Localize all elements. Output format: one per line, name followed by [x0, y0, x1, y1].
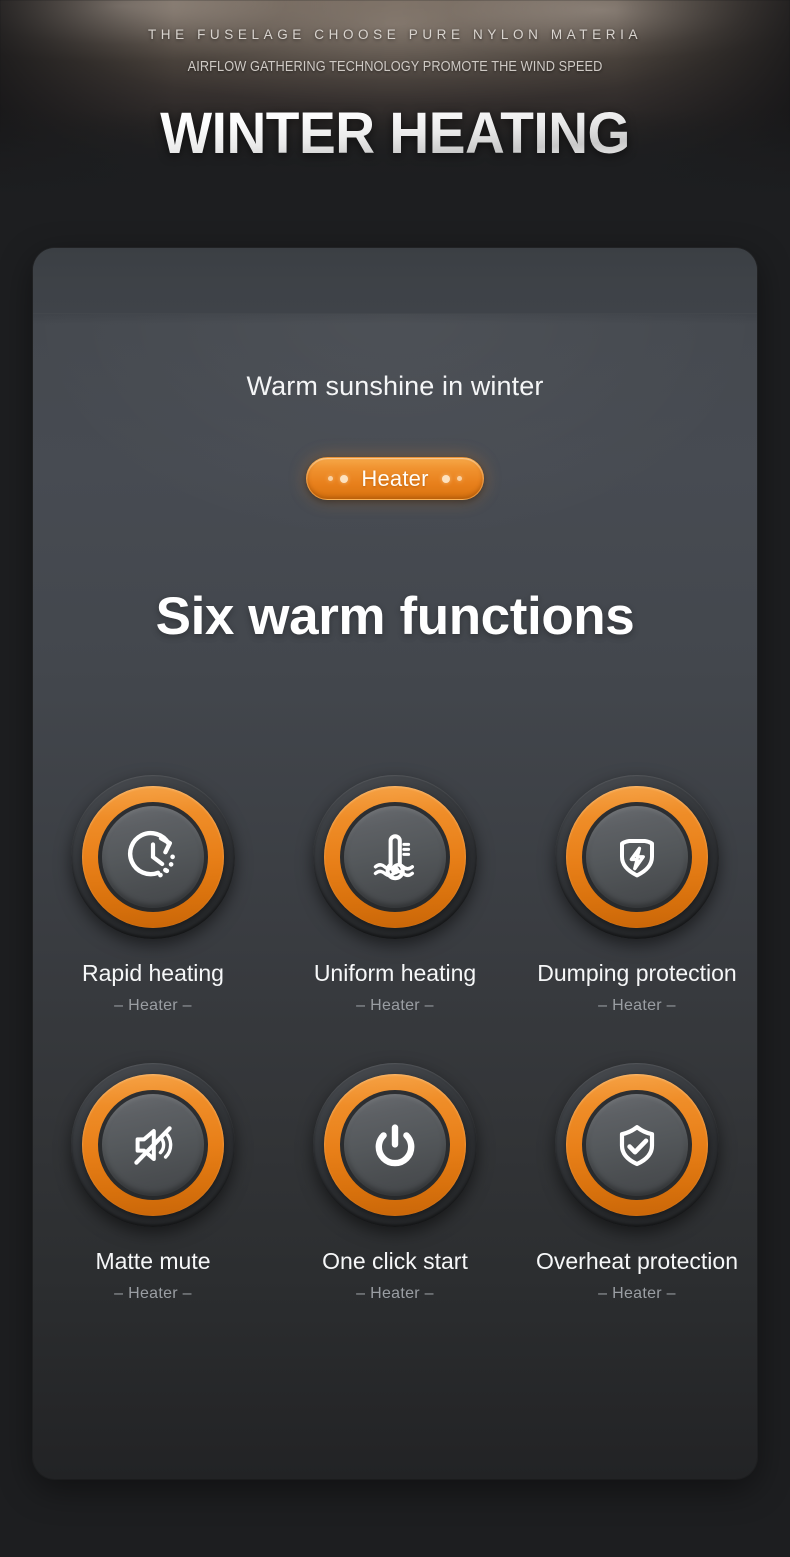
feature-medallion: [313, 775, 477, 939]
feature-grid: Rapid heating – Heater – Uniform heating…: [33, 775, 757, 1303]
feature-medallion: [71, 1063, 235, 1227]
icon-disc: [344, 1094, 446, 1196]
product-feature-page: THE FUSELAGE CHOOSE PURE NYLON MATERIA A…: [0, 0, 790, 1557]
feature-row: Rapid heating – Heater – Uniform heating…: [33, 775, 757, 1015]
icon-disc: [102, 806, 204, 908]
hero-kicker-top: THE FUSELAGE CHOOSE PURE NYLON MATERIA: [147, 27, 643, 42]
feature-label: Dumping protection: [537, 960, 737, 986]
clock-timer-icon: [128, 830, 175, 878]
dot-small-icon: [456, 476, 462, 481]
icon-disc: [344, 806, 446, 908]
thermometer-waves-icon: [373, 834, 414, 881]
feature-label: One click start: [322, 1248, 468, 1274]
icon-disc: [586, 806, 688, 908]
feature-card-panel: Warm sunshine in winter Heater Six warm …: [33, 248, 757, 1479]
feature-sublabel: – Heater –: [356, 1285, 434, 1302]
card-header-band: [33, 248, 757, 314]
card-headline: Six warm functions: [155, 587, 635, 646]
shield-check-icon: [619, 1125, 655, 1167]
page-title: WINTER HEATING: [20, 100, 771, 167]
icon-disc: [586, 1094, 688, 1196]
speaker-mute-icon: [134, 1126, 173, 1165]
feature-label: Rapid heating: [82, 960, 224, 986]
dot-large-icon: [441, 474, 450, 483]
feature-sublabel: – Heater –: [356, 997, 434, 1014]
feature-item-rapid-heating[interactable]: Rapid heating – Heater –: [44, 775, 263, 1015]
dot-large-icon: [340, 474, 349, 483]
feature-row: Matte mute – Heater – One click start – …: [33, 1063, 757, 1303]
feature-medallion: [555, 1063, 719, 1227]
feature-label: Overheat protection: [535, 1248, 738, 1274]
feature-medallion: [313, 1063, 477, 1227]
feature-sublabel: – Heater –: [598, 1285, 676, 1302]
heater-badge-container: Heater: [33, 457, 757, 500]
heater-badge-label: Heater: [361, 465, 429, 491]
thermometer-bulb: [391, 866, 400, 875]
feature-item-overheat-protection[interactable]: Overheat protection – Heater –: [528, 1063, 747, 1303]
dot-small-icon: [328, 476, 334, 481]
feature-item-matte-mute[interactable]: Matte mute – Heater –: [44, 1063, 263, 1303]
feature-item-one-click-start[interactable]: One click start – Heater –: [286, 1063, 505, 1303]
feature-sublabel: – Heater –: [598, 997, 676, 1014]
shield-bolt-icon: [620, 839, 654, 878]
icon-disc: [102, 1094, 204, 1196]
feature-item-uniform-heating[interactable]: Uniform heating – Heater –: [286, 775, 505, 1015]
feature-medallion: [71, 775, 235, 939]
feature-label: Matte mute: [95, 1248, 211, 1274]
power-button-icon: [375, 1124, 415, 1167]
feature-item-dumping-protection[interactable]: Dumping protection – Heater –: [528, 775, 747, 1015]
heater-badge[interactable]: Heater: [306, 457, 484, 500]
card-subtitle: Warm sunshine in winter: [246, 371, 544, 401]
feature-sublabel: – Heater –: [114, 1285, 192, 1302]
feature-medallion: [555, 775, 719, 939]
badge-dots-left: [328, 474, 349, 483]
feature-sublabel: – Heater –: [114, 997, 192, 1014]
hero-kicker-sub: AIRFLOW GATHERING TECHNOLOGY PROMOTE THE…: [187, 59, 603, 75]
feature-label: Uniform heating: [313, 960, 477, 986]
badge-dots-right: [441, 474, 462, 483]
